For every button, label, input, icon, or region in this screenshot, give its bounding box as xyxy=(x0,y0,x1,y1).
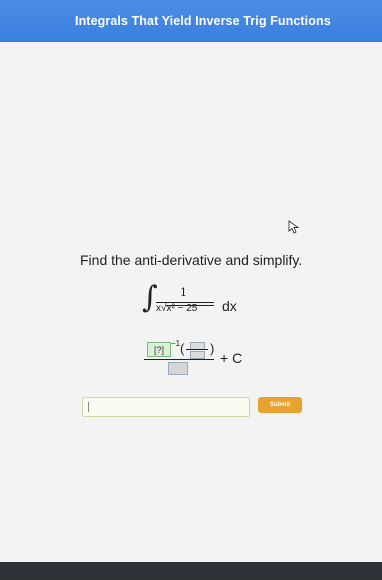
problem-prompt: Find the anti-derivative and simplify. xyxy=(80,252,303,268)
mouse-pointer-icon xyxy=(288,220,300,234)
answer-denominator-box[interactable] xyxy=(168,362,188,375)
integral-expression: ∫ 1 x√x² − 25 dx xyxy=(142,280,252,326)
page-header: Integrals That Yield Inverse Trig Functi… xyxy=(0,0,382,42)
answer-template: [?] −1 ( ) + C xyxy=(142,338,252,378)
differential: dx xyxy=(222,298,237,314)
constant-of-integration: + C xyxy=(220,350,243,366)
integrand-numerator: 1 xyxy=(180,286,187,299)
answer-fraction-bar xyxy=(144,359,214,360)
integrand-denominator: x√x² − 25 xyxy=(156,303,198,314)
page-title: Integrals That Yield Inverse Trig Functi… xyxy=(75,14,331,28)
text-caret xyxy=(88,402,89,412)
inner-denominator-box[interactable] xyxy=(190,351,205,359)
inverse-exponent: −1 xyxy=(171,339,181,348)
close-paren: ) xyxy=(210,341,215,356)
bottom-bar xyxy=(0,562,382,580)
function-placeholder-box[interactable]: [?] xyxy=(147,342,171,357)
inner-fraction-bar xyxy=(186,349,208,350)
open-paren: ( xyxy=(180,341,185,356)
inner-fraction xyxy=(186,342,208,359)
submit-button[interactable]: Submit xyxy=(258,397,302,413)
answer-input[interactable] xyxy=(82,397,250,417)
